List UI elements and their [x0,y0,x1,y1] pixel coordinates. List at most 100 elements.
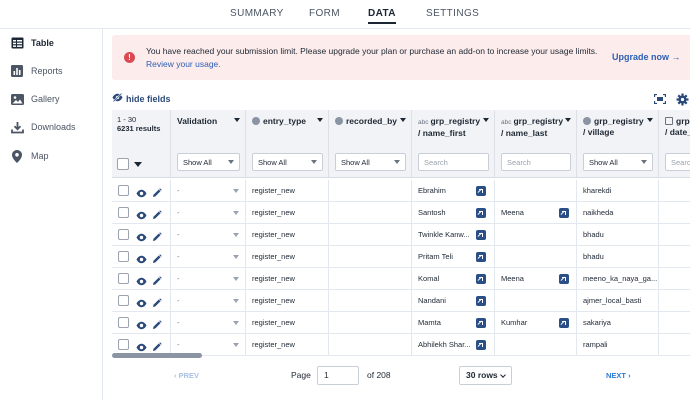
row-checkbox[interactable] [118,251,129,262]
upgrade-now-button[interactable]: Upgrade now → [612,52,681,62]
sidebar-item-reports[interactable]: Reports [10,61,63,81]
row-checkbox[interactable] [118,295,129,306]
open-link-icon[interactable] [476,296,486,306]
open-link-icon[interactable] [476,230,486,240]
chevron-down-icon [641,160,647,164]
column-header-entry-type[interactable]: entry_type Show All [246,110,329,178]
village-filter-select[interactable]: Show All [583,153,653,171]
hide-fields-button[interactable]: hide fields [112,92,171,104]
column-subtitle: / name_first [418,128,466,138]
rows-per-page-select[interactable]: 30 rows [459,366,512,385]
open-link-icon[interactable] [476,340,486,350]
sidebar-item-table[interactable]: Table [10,33,54,53]
eye-icon[interactable] [136,317,147,334]
pagination: ‹ PREV Page 1 of 208 30 rows NEXT › [112,362,690,390]
eye-icon[interactable] [136,229,147,246]
row-checkbox[interactable] [118,273,129,284]
column-menu-caret[interactable] [234,118,240,122]
open-link-icon[interactable] [476,274,486,284]
validation-select[interactable]: - [171,180,246,202]
sidebar-item-gallery[interactable]: Gallery [10,89,60,109]
chevron-down-icon [233,343,239,347]
sidebar-item-map[interactable]: Map [10,146,49,166]
entry-type-filter-select[interactable]: Show All [252,153,323,171]
column-header-recorded-by[interactable]: recorded_by Show All [329,110,412,178]
column-header-date[interactable]: grp/ date_re Search [659,110,690,178]
pencil-icon[interactable] [152,185,162,202]
validation-select[interactable]: - [171,312,246,334]
chevron-down-icon [500,372,506,378]
review-usage-link[interactable]: Review your usage. [146,59,221,69]
name-last-cell [495,180,577,202]
open-link-icon[interactable] [476,318,486,328]
sidebar-item-label: Map [31,151,49,161]
pencil-icon[interactable] [152,251,162,268]
sidebar-item-downloads[interactable]: Downloads [10,117,76,137]
pencil-icon[interactable] [152,273,162,290]
open-link-icon[interactable] [476,186,486,196]
column-menu-caret[interactable] [483,118,489,122]
row-checkbox[interactable] [118,229,129,240]
tab-form[interactable]: FORM [309,8,340,19]
row-checkbox[interactable] [118,317,129,328]
recorded-by-cell [329,246,412,268]
fullscreen-icon[interactable] [653,92,667,106]
village-cell: ajmer_local_basti [577,290,659,312]
results-range: 1 - 30 [117,115,137,124]
validation-select[interactable]: - [171,224,246,246]
text-type-label: abc [418,119,429,126]
name-last-search-input[interactable]: Search [501,153,571,171]
open-link-icon[interactable] [559,274,569,284]
row-checkbox[interactable] [118,339,129,350]
arrow-right-icon: → [671,52,681,62]
open-link-icon[interactable] [476,208,486,218]
column-menu-caret[interactable] [647,118,653,122]
open-link-icon[interactable] [559,318,569,328]
tab-settings[interactable]: SETTINGS [426,8,479,19]
validation-select[interactable]: - [171,268,246,290]
column-header-name-last[interactable]: abc grp_registry / name_last Search [495,110,577,178]
select-all-checkbox[interactable] [117,158,129,170]
recorded-by-cell [329,202,412,224]
validation-filter-select[interactable]: Show All [177,153,240,171]
page-number-input[interactable]: 1 [317,366,359,385]
column-menu-caret[interactable] [565,118,571,122]
select-menu-caret[interactable] [134,162,142,167]
row-checkbox[interactable] [118,207,129,218]
next-page-button[interactable]: NEXT › [606,371,631,380]
validation-select[interactable]: - [171,290,246,312]
validation-select[interactable]: - [171,202,246,224]
validation-select[interactable]: - [171,246,246,268]
table-row: - register_new Pritam Teli bhadu [112,246,690,268]
prev-page-button[interactable]: ‹ PREV [174,371,199,380]
pencil-icon[interactable] [152,207,162,224]
calendar-icon [665,117,673,125]
column-title: entry_type [263,116,306,126]
open-link-icon[interactable] [476,252,486,262]
date-search-input[interactable]: Search [665,153,690,171]
column-header-name-first[interactable]: abc grp_registry / name_first Search [412,110,495,178]
name-first-search-input[interactable]: Search [418,153,489,171]
column-menu-caret[interactable] [400,118,406,122]
gear-icon[interactable] [675,92,689,106]
eye-icon[interactable] [136,295,147,312]
recorded-by-filter-select[interactable]: Show All [335,153,406,171]
pencil-icon[interactable] [152,295,162,312]
row-checkbox[interactable] [118,185,129,196]
horizontal-scrollbar[interactable] [112,353,202,358]
eye-icon[interactable] [136,185,147,202]
tab-data[interactable]: DATA [368,8,396,24]
column-header-validation[interactable]: Validation Show All [171,110,246,178]
village-cell: naikheda [577,202,659,224]
tab-summary[interactable]: SUMMARY [230,8,284,19]
pencil-icon[interactable] [152,317,162,334]
eye-icon[interactable] [136,273,147,290]
pencil-icon[interactable] [152,229,162,246]
column-header-village[interactable]: grp_registry / village Show All [577,110,659,178]
text-type-label: abc [501,119,512,126]
eye-icon[interactable] [136,207,147,224]
open-link-icon[interactable] [559,208,569,218]
name-last-cell: Meena [495,202,577,224]
eye-icon[interactable] [136,251,147,268]
column-menu-caret[interactable] [317,118,323,122]
